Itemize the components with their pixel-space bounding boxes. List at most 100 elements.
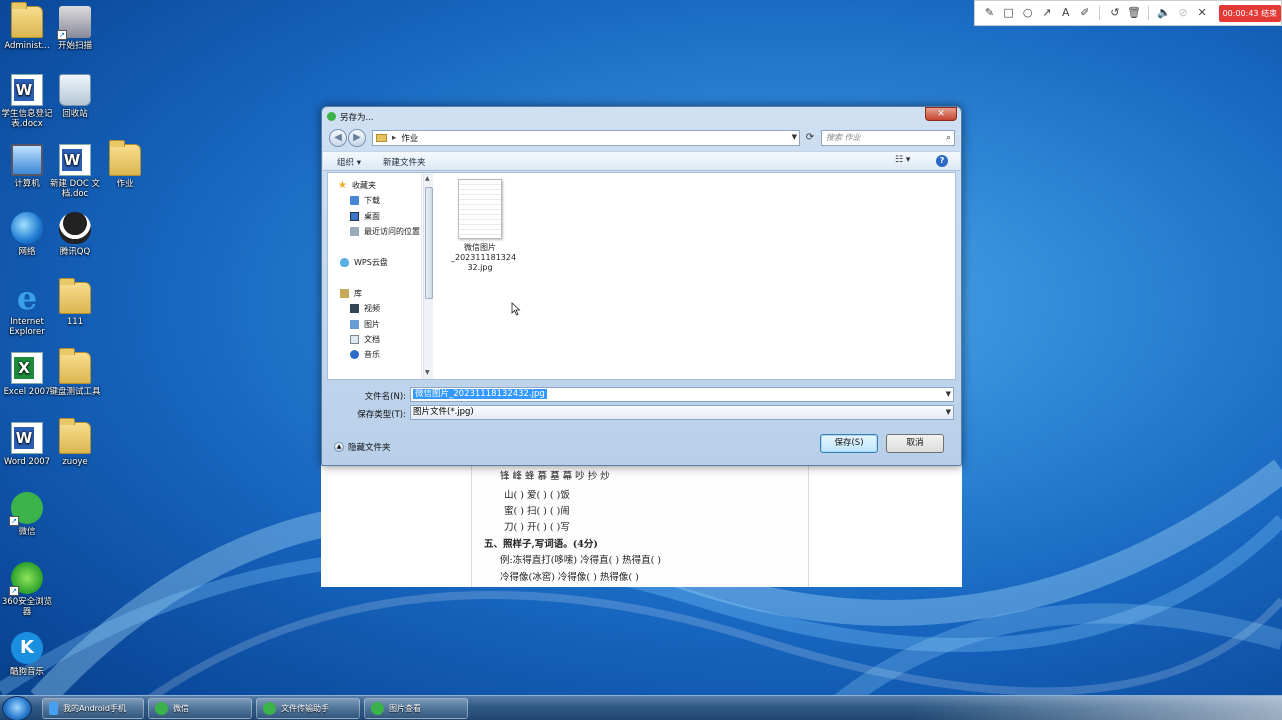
word-icon	[11, 422, 43, 454]
taskbar-item-file-transfer[interactable]: 文件传输助手	[256, 698, 360, 719]
image-thumbnail	[458, 179, 502, 239]
taskbar-item-image-viewer[interactable]: 图片查看	[364, 698, 468, 719]
recording-timer-button[interactable]: 00:00:43 结束	[1218, 4, 1282, 22]
hide-folders-toggle[interactable]: ▲ 隐藏文件夹	[334, 441, 391, 453]
music-icon	[350, 350, 359, 359]
taskbar-item-wechat[interactable]: 微信	[148, 698, 252, 719]
undo-icon[interactable]: ↺	[1106, 4, 1123, 22]
trash-icon[interactable]: 🗑	[1125, 4, 1142, 22]
pen-icon[interactable]: ✎	[981, 4, 998, 22]
desktop-icon-kugou[interactable]: K 酷狗音乐	[0, 632, 54, 677]
doc-line: 刀( ) 开( ) ( )写	[504, 522, 570, 533]
chevron-down-icon[interactable]: ▼	[946, 406, 951, 419]
desktop-icon-111-folder[interactable]: 111	[48, 278, 102, 327]
command-bar: 组织 ▾ 新建文件夹 ☷ ▾ ?	[323, 151, 960, 171]
text-icon[interactable]: A	[1057, 4, 1074, 22]
view-options-icon[interactable]: ☷ ▾	[895, 155, 910, 165]
filename-input[interactable]: 微信图片_20231118132432.jpg ▼	[410, 387, 954, 402]
navigation-pane: ★ 收藏夹 下载 桌面 最近访问的位置 WPS云盘 库 视频 图片 文档 音乐	[328, 173, 422, 379]
breadcrumb-arrow-icon: ▸	[392, 133, 397, 143]
cancel-button[interactable]: 取消	[886, 434, 944, 453]
nav-scrollbar[interactable]: ▲ ▼	[423, 173, 433, 379]
desktop-icon-zuoye-folder[interactable]: 作业	[98, 140, 152, 189]
nav-item-libraries[interactable]: 库	[340, 288, 362, 299]
folder-icon	[59, 348, 91, 384]
doc-line: 五、照样子,写词语。(4分)	[484, 539, 598, 550]
desktop-icon-keyboard-test[interactable]: 键盘测试工具	[48, 348, 102, 397]
address-bar[interactable]: ▸ 作业 ▼	[372, 130, 800, 146]
scroll-thumb[interactable]	[425, 187, 433, 299]
speaker-icon[interactable]: 🔈	[1155, 4, 1172, 22]
library-icon	[340, 289, 349, 298]
word-doc-icon	[11, 74, 43, 106]
chevron-up-icon: ▲	[334, 442, 344, 452]
nav-item-music[interactable]: 音乐	[350, 349, 380, 360]
desktop-icon-start-scan[interactable]: ↗ 开始扫描	[48, 6, 102, 51]
breadcrumb[interactable]: 作业	[401, 132, 418, 144]
save-button[interactable]: 保存(S)	[820, 434, 878, 453]
desktop-icon-internet-explorer[interactable]: e Internet Explorer	[0, 282, 54, 337]
desktop-icon-computer[interactable]: 计算机	[0, 144, 54, 189]
file-browser: ★ 收藏夹 下载 桌面 最近访问的位置 WPS云盘 库 视频 图片 文档 音乐 ▲…	[327, 172, 956, 380]
picture-icon	[350, 320, 359, 329]
rectangle-icon[interactable]: □	[1000, 4, 1017, 22]
scroll-up-icon[interactable]: ▲	[425, 175, 430, 182]
refresh-icon[interactable]: ⟳	[802, 130, 818, 146]
nav-item-downloads[interactable]: 下载	[350, 195, 380, 206]
filename-label: 文件名(N):	[364, 392, 406, 402]
desktop-icon-recycle-bin[interactable]: 回收站	[48, 74, 102, 119]
wechat-icon	[263, 702, 276, 715]
wechat-icon	[327, 112, 336, 121]
nav-item-recent[interactable]: 最近访问的位置	[350, 226, 420, 237]
search-icon[interactable]: ⌕	[946, 131, 951, 145]
desktop-icon-new-doc[interactable]: 新建 DOC 文档.doc	[48, 144, 102, 199]
wechat-icon: ↗	[9, 492, 43, 526]
arrow-icon[interactable]: ↗	[1038, 4, 1055, 22]
back-button[interactable]: ◀	[329, 129, 347, 147]
desktop-icon	[350, 212, 359, 221]
close-button[interactable]: ✕	[925, 107, 957, 121]
desktop-icon-word-2007[interactable]: Word 2007	[0, 422, 54, 467]
kugou-icon: K	[11, 632, 43, 664]
filetype-select[interactable]: 图片文件(*.jpg) ▼	[410, 405, 954, 420]
desktop-icon-student-info-docx[interactable]: 学生信息登记表.docx	[0, 74, 54, 129]
doc-line: 锋 峰 蜂 慕 墓 幕 吵 抄 炒	[500, 471, 610, 482]
new-folder-button[interactable]: 新建文件夹	[383, 156, 426, 168]
recycle-bin-icon	[59, 74, 91, 106]
desktop-icon-administrator[interactable]: Administ...	[0, 2, 54, 51]
desktop-icon-qq[interactable]: 腾讯QQ	[48, 212, 102, 257]
desktop-icon-network[interactable]: 网络	[0, 212, 54, 257]
folder-icon	[376, 134, 387, 142]
dialog-title: 另存为...	[340, 113, 374, 123]
nav-item-videos[interactable]: 视频	[350, 303, 380, 314]
close-icon[interactable]: ✕	[1194, 4, 1211, 22]
chevron-down-icon[interactable]: ▼	[946, 388, 951, 401]
nav-item-desktop[interactable]: 桌面	[350, 211, 380, 222]
forward-button[interactable]: ▶	[348, 129, 366, 147]
circle-icon[interactable]: ○	[1019, 4, 1036, 22]
highlighter-icon[interactable]: ✐	[1076, 4, 1093, 22]
cloud-icon	[340, 258, 349, 267]
organize-button[interactable]: 组织 ▾	[337, 156, 361, 168]
chevron-down-icon[interactable]: ▼	[792, 133, 797, 141]
scroll-down-icon[interactable]: ▼	[425, 369, 430, 376]
desktop-icon-zuoye[interactable]: zuoye	[48, 418, 102, 467]
nav-item-favorites[interactable]: ★ 收藏夹	[338, 180, 376, 191]
camera-off-icon[interactable]: ⊘	[1174, 4, 1191, 22]
desktop-icon-wechat[interactable]: ↗ 微信	[0, 492, 54, 537]
desktop-icon-360-browser[interactable]: ↗ 360安全浏览器	[0, 562, 54, 617]
file-item[interactable]: 微信图片 _202311181324 32.jpg	[451, 179, 516, 273]
excel-icon	[11, 352, 43, 384]
help-icon[interactable]: ?	[936, 155, 948, 167]
nav-item-documents[interactable]: 文档	[350, 334, 380, 345]
desktop-icon-excel-2007[interactable]: Excel 2007	[0, 352, 54, 397]
nav-item-wps-cloud[interactable]: WPS云盘	[340, 257, 388, 268]
doc-line: 蜜( ) 扫( ) ( )闹	[504, 506, 570, 517]
search-input[interactable]: 搜索 作业 ⌕	[821, 130, 955, 146]
taskbar-item-android-phone[interactable]: 我的Android手机	[42, 698, 144, 719]
nav-item-pictures[interactable]: 图片	[350, 319, 380, 330]
start-button[interactable]	[2, 696, 32, 720]
scanner-icon: ↗	[57, 6, 91, 40]
folder-icon	[11, 2, 43, 38]
word-doc-icon	[59, 144, 91, 176]
